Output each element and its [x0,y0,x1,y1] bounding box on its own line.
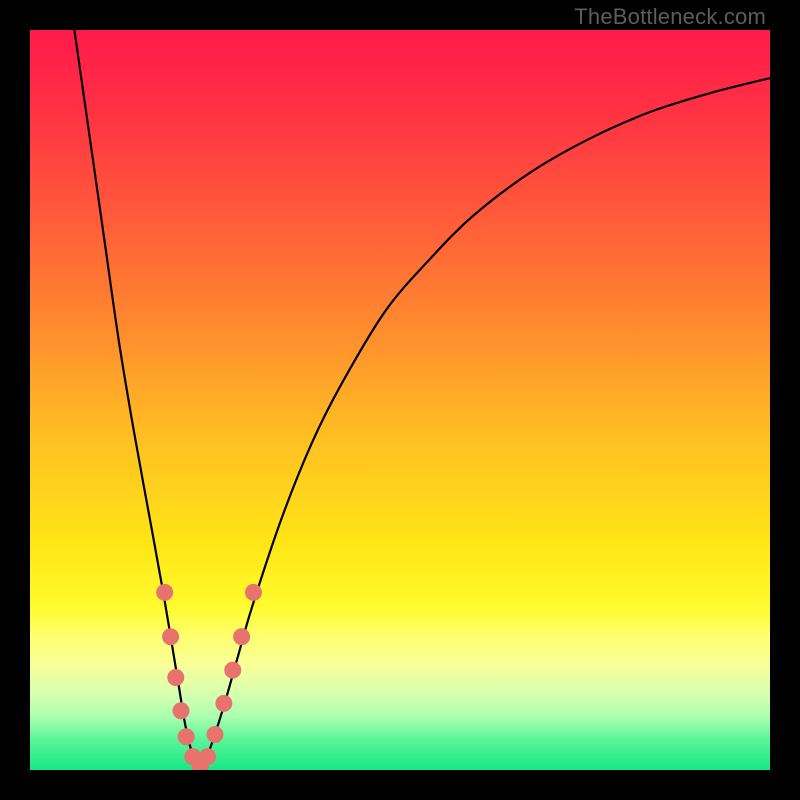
data-marker [234,629,250,645]
chart-frame: TheBottleneck.com [0,0,800,800]
data-marker [225,662,241,678]
data-marker [163,629,179,645]
data-marker [178,729,194,745]
data-marker [200,749,216,765]
data-marker [173,703,189,719]
data-marker [216,695,232,711]
data-marker [207,726,223,742]
plot-area [30,30,770,770]
data-marker [157,584,173,600]
gradient-background [30,30,770,770]
watermark-text: TheBottleneck.com [574,4,766,30]
chart-svg [30,30,770,770]
data-marker [168,670,184,686]
data-marker [245,584,261,600]
